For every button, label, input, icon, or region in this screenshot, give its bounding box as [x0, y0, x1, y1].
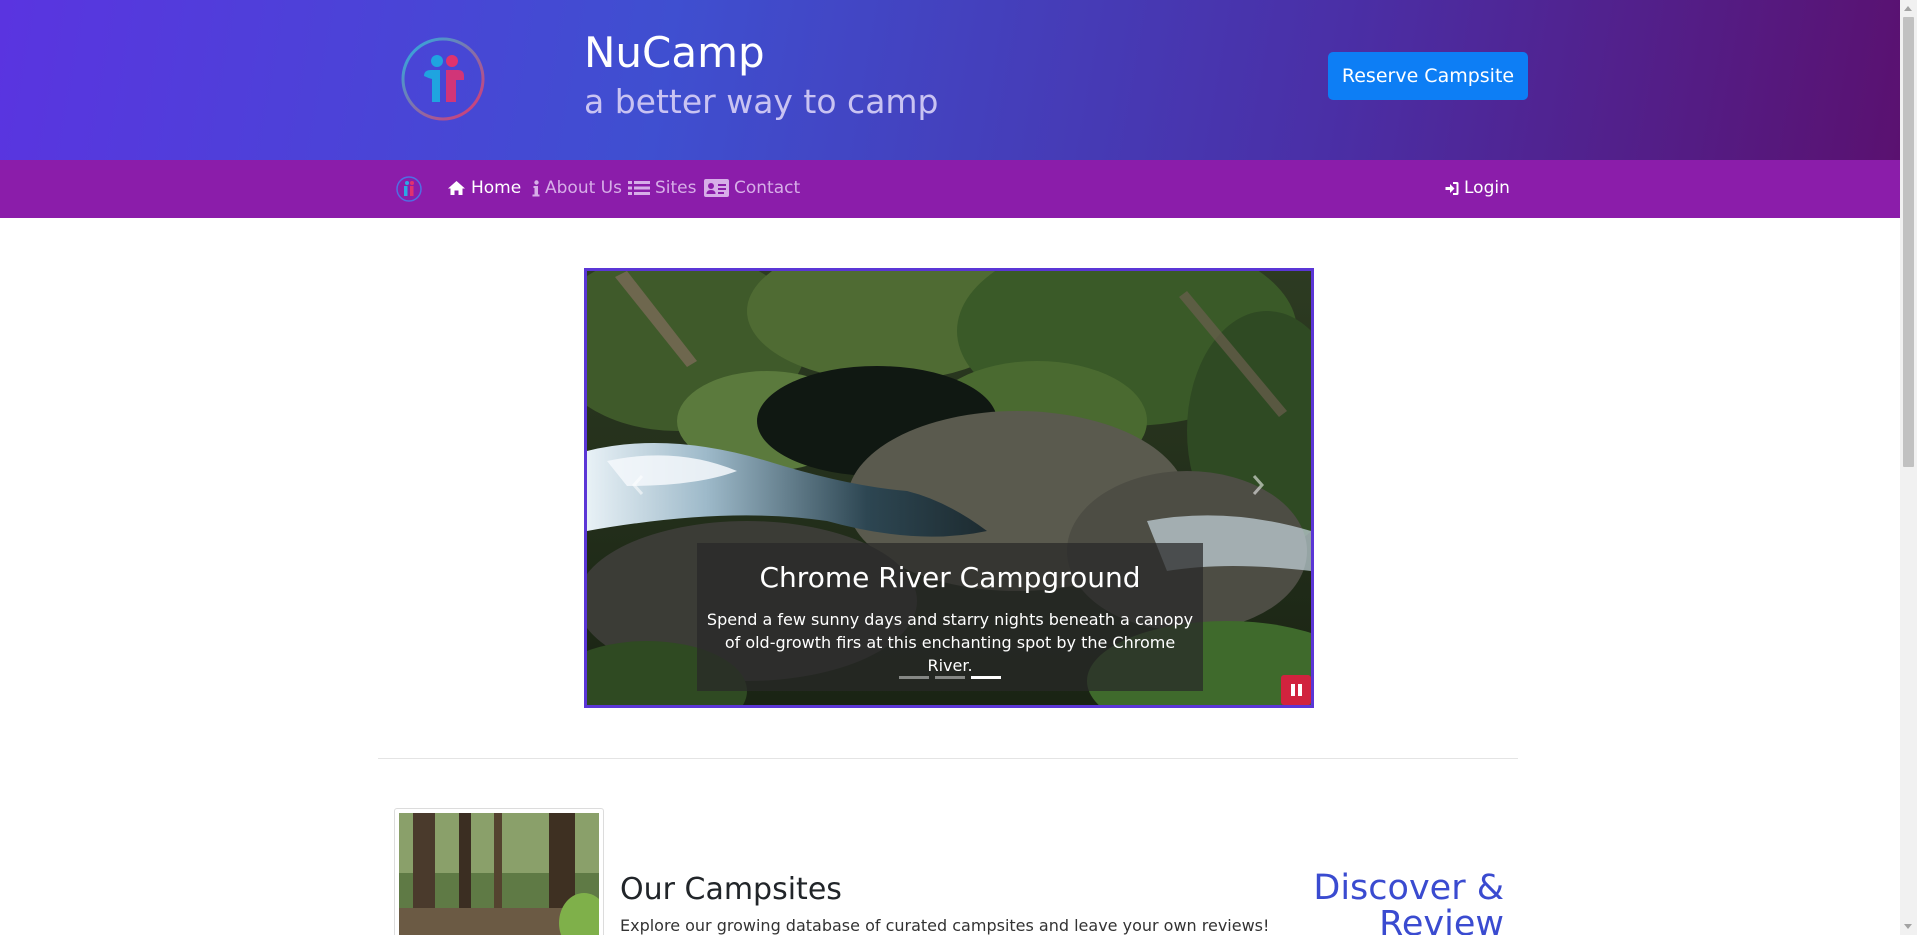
carousel-indicators: [899, 676, 1001, 679]
address-card-icon: [704, 179, 729, 197]
list-icon: [628, 181, 650, 195]
login-link[interactable]: Login: [1445, 178, 1510, 198]
carousel-indicator-2[interactable]: [935, 676, 965, 679]
carousel-pause-button[interactable]: [1281, 675, 1311, 705]
nav-item-contact[interactable]: Contact: [704, 178, 800, 198]
pause-icon: [1290, 684, 1295, 696]
nav-logo-icon[interactable]: [395, 175, 423, 203]
pause-icon-bar: [1297, 684, 1302, 696]
nav-item-home[interactable]: Home: [447, 178, 521, 198]
scroll-down-icon[interactable]: [1904, 924, 1912, 929]
discover-review-heading: Discover & Review: [1313, 868, 1504, 935]
info-icon: [532, 179, 540, 196]
nav-label-home: Home: [471, 178, 522, 198]
login-label: Login: [1464, 178, 1510, 198]
nav-label-sites: Sites: [655, 178, 697, 198]
carousel-indicator-3[interactable]: [971, 676, 1001, 679]
carousel-indicator-1[interactable]: [899, 676, 929, 679]
campsites-thumbnail: [394, 808, 604, 935]
nav-label-about: About Us: [545, 178, 622, 198]
campsites-heading: Our Campsites: [620, 872, 842, 907]
carousel-caption-text: Spend a few sunny days and starry nights…: [706, 610, 1194, 675]
home-icon: [448, 181, 465, 195]
sign-in-icon: [1445, 181, 1459, 195]
scrollbar-thumb[interactable]: [1903, 17, 1914, 467]
forest-image: [399, 813, 599, 935]
section-divider: [378, 758, 1518, 759]
campground-carousel: Chrome River Campground Spend a few sunn…: [584, 268, 1314, 708]
reserve-campsite-button[interactable]: Reserve Campsite: [1328, 52, 1528, 100]
nav-item-sites[interactable]: Sites: [628, 178, 697, 198]
scroll-up-icon[interactable]: [1904, 6, 1912, 11]
campsites-description: Explore our growing database of curated …: [620, 916, 1270, 935]
page-scrollbar[interactable]: [1900, 0, 1917, 935]
nav-item-about[interactable]: About Us: [532, 178, 622, 198]
carousel-caption: Chrome River Campground Spend a few sunn…: [697, 543, 1203, 691]
chevron-right-icon: [1252, 475, 1265, 495]
chevron-left-icon: [631, 475, 644, 495]
nav-label-contact: Contact: [734, 178, 801, 198]
nucamp-logo-icon: [401, 37, 485, 121]
header-jumbotron: NuCamp a better way to camp Reserve Camp…: [0, 0, 1900, 160]
brand-title: NuCamp: [584, 28, 765, 77]
main-navbar: Home About Us Sites Contact Login: [0, 160, 1900, 218]
carousel-caption-title: Chrome River Campground: [759, 561, 1141, 594]
carousel-next-control[interactable]: [1251, 474, 1265, 500]
carousel-prev-control[interactable]: [631, 474, 645, 500]
brand-subtitle: a better way to camp: [584, 82, 939, 121]
